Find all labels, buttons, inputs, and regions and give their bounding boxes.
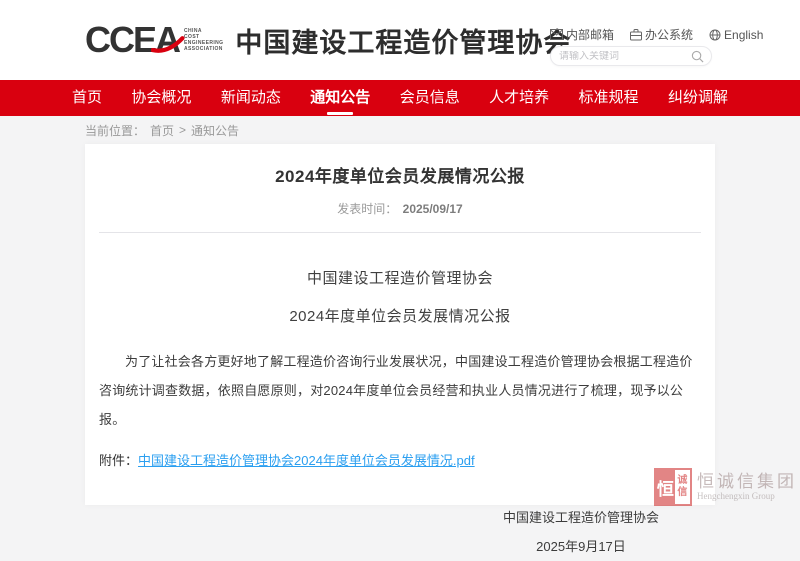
article-card: 2024年度单位会员发展情况公报 发表时间： 2025/09/17 中国建设工程… <box>85 144 715 505</box>
utility-links: 内部邮箱 办公系统 English <box>550 26 763 43</box>
signature-date: 2025年9月17日 <box>503 532 659 561</box>
article-title: 2024年度单位会员发展情况公报 <box>99 144 701 187</box>
article-meta: 发表时间： 2025/09/17 <box>99 200 701 217</box>
search-icon[interactable] <box>691 50 704 63</box>
nav-item-training[interactable]: 人才培养 <box>489 89 549 107</box>
breadcrumb-home[interactable]: 首页 <box>150 122 174 139</box>
breadcrumb-prefix: 当前位置： <box>85 122 145 139</box>
nav-item-standards[interactable]: 标准规程 <box>579 89 639 107</box>
ccea-logo-mark: CCEA <box>85 20 179 60</box>
hengchengxin-name-cn: 恒诚信集团 <box>697 472 797 491</box>
nav-item-home[interactable]: 首页 <box>72 89 102 107</box>
signature-block: 中国建设工程造价管理协会 2025年9月17日 <box>503 503 659 561</box>
briefcase-icon <box>630 29 642 41</box>
nav-item-notices[interactable]: 通知公告 <box>310 89 370 107</box>
ccea-subtext: CHINA COST ENGINEERING ASSOCIATION <box>184 28 223 52</box>
hengchengxin-name-en: Hengchengxin Group <box>697 491 797 502</box>
main-nav: 首页 协会概况 新闻动态 通知公告 会员信息 人才培养 标准规程 纠纷调解 <box>0 80 800 116</box>
nav-item-mediation[interactable]: 纠纷调解 <box>668 89 728 107</box>
search-box <box>550 46 712 66</box>
nav-item-members[interactable]: 会员信息 <box>400 89 460 107</box>
envelope-icon <box>550 29 563 40</box>
utility-link-label: 内部邮箱 <box>566 26 614 43</box>
breadcrumb-separator: > <box>179 123 186 137</box>
globe-icon <box>709 29 721 41</box>
nav-item-about[interactable]: 协会概况 <box>131 89 191 107</box>
publish-time-value: 2025/09/17 <box>403 202 463 216</box>
nav-item-news[interactable]: 新闻动态 <box>221 89 281 107</box>
main-nav-inner: 首页 协会概况 新闻动态 通知公告 会员信息 人才培养 标准规程 纠纷调解 <box>72 80 728 116</box>
utility-link-label: English <box>724 28 763 42</box>
breadcrumb-current[interactable]: 通知公告 <box>191 122 239 139</box>
publish-time-label: 发表时间： <box>337 202 397 216</box>
page: CCEA CHINA COST ENGINEERING ASSOCIATION … <box>0 0 800 510</box>
title-divider <box>99 232 701 233</box>
hengchengxin-watermark: 恒 诚 信 恒诚信集团 Hengchengxin Group <box>654 468 797 506</box>
hengchengxin-name: 恒诚信集团 Hengchengxin Group <box>697 472 797 502</box>
article-heading-subject: 2024年度单位会员发展情况公报 <box>99 305 701 326</box>
utility-link-internal-mail[interactable]: 内部邮箱 <box>550 26 614 43</box>
article-paragraph: 为了让社会各方更好地了解工程造价咨询行业发展状况，中国建设工程造价管理协会根据工… <box>99 347 701 434</box>
site-header: CCEA CHINA COST ENGINEERING ASSOCIATION … <box>0 0 800 80</box>
article-heading-org: 中国建设工程造价管理协会 <box>99 267 701 288</box>
utility-link-english[interactable]: English <box>709 26 763 43</box>
attachment-row: 附件：中国建设工程造价管理协会2024年度单位会员发展情况.pdf <box>99 450 701 469</box>
utility-link-label: 办公系统 <box>645 26 693 43</box>
utility-link-office-system[interactable]: 办公系统 <box>630 26 693 43</box>
attachment-label: 附件： <box>99 453 138 468</box>
attachment-pdf-link[interactable]: 中国建设工程造价管理协会2024年度单位会员发展情况.pdf <box>138 453 475 468</box>
breadcrumb: 当前位置： 首页 > 通知公告 <box>85 116 715 144</box>
signature-org: 中国建设工程造价管理协会 <box>503 503 659 532</box>
hengchengxin-logo-icon: 恒 诚 信 <box>654 468 692 506</box>
search-input[interactable] <box>559 51 691 62</box>
site-logo[interactable]: CCEA CHINA COST ENGINEERING ASSOCIATION … <box>85 20 571 60</box>
ccea-red-swoosh-icon <box>151 36 185 54</box>
org-name: 中国建设工程造价管理协会 <box>235 21 571 60</box>
